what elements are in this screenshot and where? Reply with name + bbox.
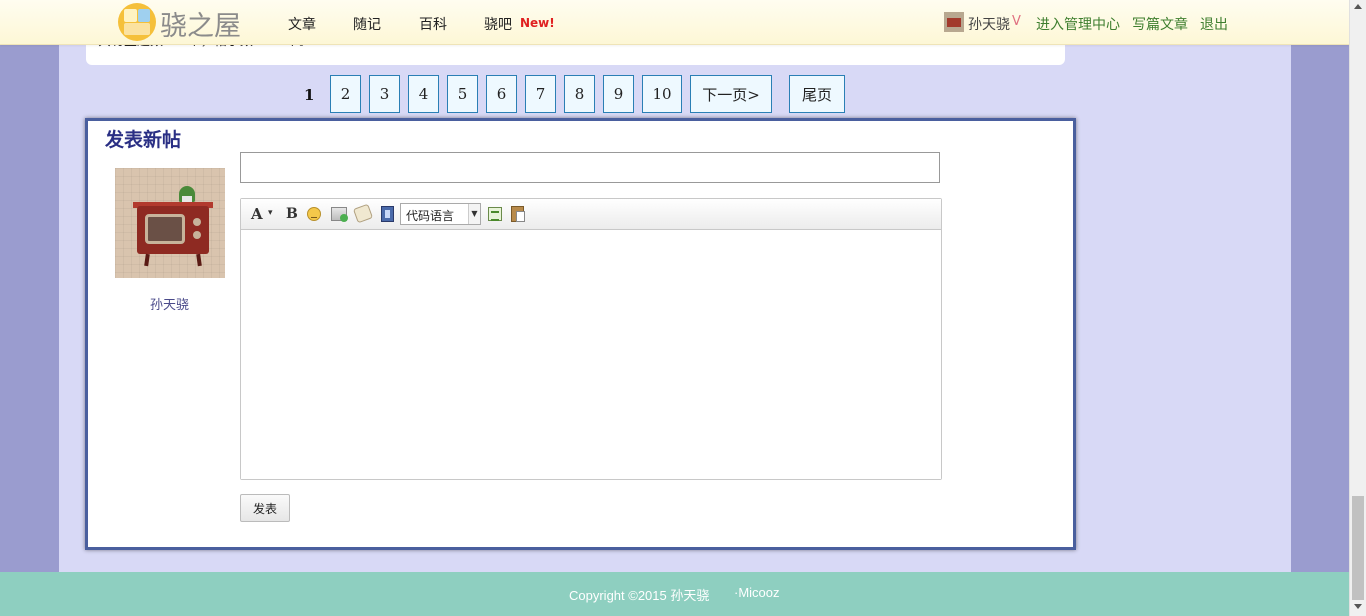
footer-brand-link[interactable]: ·Micooz — [734, 585, 780, 600]
post-body-textarea[interactable] — [241, 231, 941, 479]
scroll-down-icon[interactable] — [1354, 604, 1362, 609]
page-button[interactable]: 9 — [603, 75, 634, 113]
logout-link[interactable]: 退出 — [1200, 14, 1228, 34]
last-page-button[interactable]: 尾页 — [789, 75, 845, 113]
video-icon[interactable] — [381, 206, 394, 222]
scroll-thumb[interactable] — [1352, 496, 1364, 600]
page-scrollbar[interactable] — [1349, 0, 1366, 616]
nav-forum[interactable]: 骁吧 — [484, 14, 512, 34]
nav-wiki[interactable]: 百科 — [419, 14, 447, 34]
code-language-value: 代码语言 — [406, 209, 455, 223]
page-button[interactable]: 10 — [642, 75, 682, 113]
insert-code-icon[interactable] — [488, 207, 502, 221]
page-button[interactable]: 6 — [486, 75, 517, 113]
footer-copyright: Copyright ©2015 孙天骁 — [569, 588, 710, 603]
user-avatar-small[interactable] — [944, 12, 964, 32]
page-button[interactable]: 2 — [330, 75, 361, 113]
nav-username[interactable]: 孙天骁 — [968, 14, 1010, 34]
chevron-down-icon: ▼ — [468, 204, 480, 224]
admin-center-link[interactable]: 进入管理中心 — [1036, 14, 1120, 34]
top-navbar: 骁之屋 文章 随记 百科 骁吧 New! 孙天骁 V 进入管理中心 写篇文章 退… — [0, 0, 1349, 45]
flash-icon[interactable] — [352, 203, 374, 224]
page-button[interactable]: 4 — [408, 75, 439, 113]
footer: Copyright ©2015 孙天骁 ·Micooz — [0, 572, 1349, 616]
bold-icon[interactable]: B — [286, 206, 298, 222]
font-dropdown-icon[interactable]: ▾ — [268, 208, 273, 218]
paste-icon[interactable] — [511, 206, 525, 222]
pagination-current: 1 — [304, 86, 315, 104]
page-button[interactable]: 7 — [525, 75, 556, 113]
page-button[interactable]: 3 — [369, 75, 400, 113]
author-avatar — [115, 168, 225, 278]
vip-icon: V — [1012, 14, 1021, 29]
page-button[interactable]: 8 — [564, 75, 595, 113]
rich-text-editor: A ▾ B 代码语言 ▼ — [240, 198, 942, 480]
write-article-link[interactable]: 写篇文章 — [1132, 14, 1188, 34]
nav-articles[interactable]: 文章 — [288, 14, 316, 34]
post-title-input[interactable] — [240, 152, 940, 183]
font-icon[interactable]: A — [251, 205, 263, 223]
nav-notes[interactable]: 随记 — [353, 14, 381, 34]
submit-post-button[interactable]: 发表 — [240, 494, 290, 522]
scroll-up-icon[interactable] — [1354, 4, 1362, 9]
image-icon[interactable] — [331, 207, 348, 222]
new-post-panel: 发表新帖 孙天骁 A ▾ B 代码语言 ▼ 发表 — [85, 118, 1076, 550]
emoji-icon[interactable] — [307, 207, 321, 221]
logo-text: 骁之屋 — [160, 11, 241, 42]
code-language-select[interactable]: 代码语言 ▼ — [400, 203, 481, 225]
new-badge: New! — [520, 16, 555, 30]
new-post-heading: 发表新帖 — [105, 129, 182, 151]
editor-toolbar: A ▾ B 代码语言 ▼ — [241, 199, 941, 230]
page-button[interactable]: 5 — [447, 75, 478, 113]
author-name-link[interactable]: 孙天骁 — [150, 294, 189, 313]
next-page-button[interactable]: 下一页> — [690, 75, 772, 113]
logo-icon — [118, 3, 158, 43]
site-logo[interactable]: 骁之屋 — [118, 2, 248, 42]
